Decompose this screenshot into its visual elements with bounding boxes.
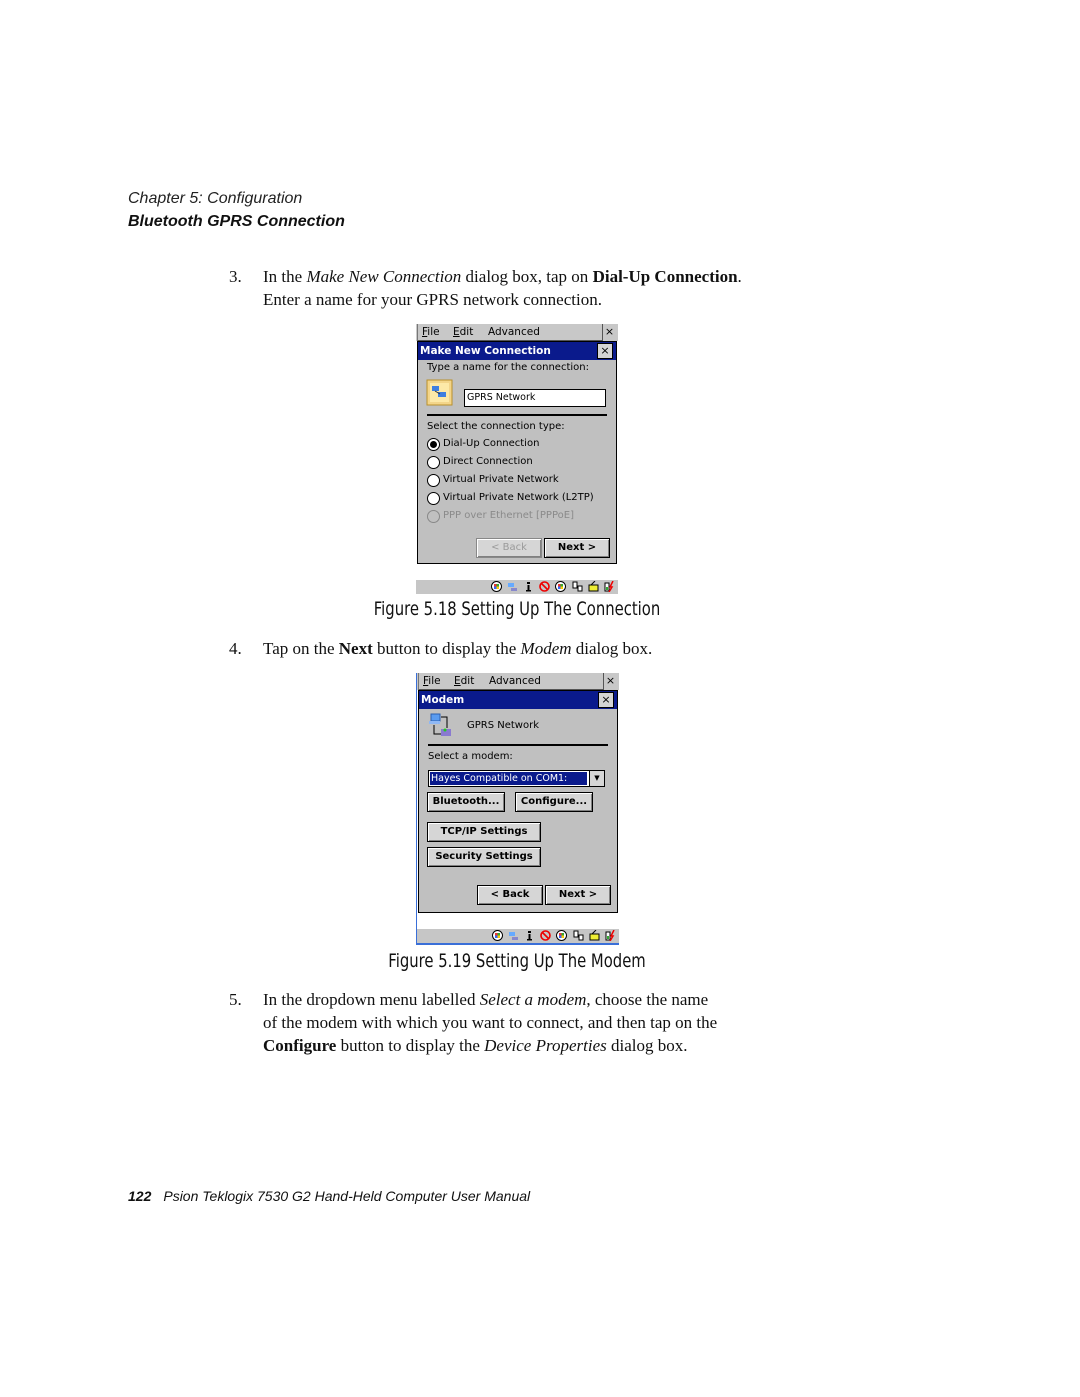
step-number: 5. (229, 990, 242, 1009)
no-signal-icon[interactable] (539, 580, 551, 592)
dialog-close-button[interactable]: × (597, 343, 613, 359)
close-icon[interactable]: × (602, 324, 617, 340)
step-text: In the Make New Connection dialog box, t… (263, 267, 742, 309)
dialog-close-button[interactable]: × (598, 692, 614, 708)
chapter-heading: Chapter 5: Configuration (128, 190, 303, 207)
system-tray (491, 929, 617, 943)
connection-icon[interactable] (573, 930, 584, 941)
connection-folder-icon (426, 379, 453, 406)
dialog-titlebar: Modem × (419, 691, 617, 709)
radio-icon[interactable] (588, 580, 599, 592)
system-tray (490, 580, 616, 594)
radio-button[interactable] (427, 438, 440, 451)
close-icon[interactable]: × (603, 673, 618, 689)
taskbar (416, 580, 618, 594)
divider (427, 414, 607, 416)
dialog-title: Make New Connection (420, 345, 551, 357)
section-heading: Bluetooth GPRS Connection (128, 213, 345, 230)
radio-button[interactable] (427, 456, 440, 469)
taskbar (417, 929, 619, 945)
chevron-down-icon[interactable]: ▼ (589, 771, 604, 786)
menu-bar: File Edit Advanced × (417, 673, 619, 690)
manual-title: Psion Teklogix 7530 G2 Hand-Held Compute… (163, 1188, 531, 1204)
battery-charging-icon[interactable] (605, 929, 616, 941)
network-icon[interactable] (508, 930, 519, 941)
dialog-modem: Modem × GPRS Network Select a modem: Hay… (418, 690, 618, 913)
next-button[interactable]: Next > (544, 538, 610, 558)
menu-advanced[interactable]: Advanced (489, 675, 541, 687)
screenshot-modem: File Edit Advanced × Modem × GPRS Networ… (416, 673, 619, 945)
dialog-title: Modem (421, 694, 465, 706)
configure-button[interactable]: Configure... (515, 792, 593, 812)
step-number: 4. (229, 639, 242, 658)
menu-edit[interactable]: Edit (454, 675, 474, 687)
step-4: 4. Tap on the Next button to display the… (229, 637, 829, 660)
dialog-titlebar: Make New Connection × (418, 342, 616, 360)
step-text: Tap on the Next button to display the Mo… (263, 639, 653, 658)
network-connection-icon (429, 713, 451, 736)
windows-logo-icon[interactable] (556, 929, 568, 941)
page-footer: 122 Psion Teklogix 7530 G2 Hand-Held Comp… (128, 1188, 530, 1204)
dialog-make-new-connection: Make New Connection × Type a name for th… (417, 341, 617, 564)
figure-caption-5-19: Figure 5.19 Setting Up The Modem (388, 950, 646, 972)
connection-name: GPRS Network (467, 720, 540, 731)
modem-label: Select a modem: (428, 751, 513, 762)
radio-button (427, 510, 440, 523)
security-settings-button[interactable]: Security Settings (427, 847, 541, 867)
menu-advanced[interactable]: Advanced (488, 326, 540, 338)
no-signal-icon[interactable] (540, 929, 552, 941)
windows-logo-icon[interactable] (490, 580, 502, 592)
connection-icon[interactable] (572, 581, 583, 592)
menu-edit[interactable]: Edit (453, 326, 473, 338)
info-icon[interactable] (523, 581, 534, 592)
battery-charging-icon[interactable] (604, 580, 615, 592)
windows-logo-icon[interactable] (555, 580, 567, 592)
menu-file[interactable]: File (422, 326, 440, 338)
windows-logo-icon[interactable] (491, 929, 503, 941)
radio-button[interactable] (427, 474, 440, 487)
step-text: In the dropdown menu labelled Select a m… (263, 990, 718, 1055)
tcpip-settings-button[interactable]: TCP/IP Settings (427, 822, 541, 842)
connection-name-input[interactable]: GPRS Network (464, 389, 606, 407)
step-5: 5. In the dropdown menu labelled Select … (229, 988, 829, 1058)
info-icon[interactable] (524, 930, 535, 941)
connection-type-label: Select the connection type: (427, 421, 565, 432)
next-button[interactable]: Next > (545, 885, 611, 905)
divider (428, 744, 608, 746)
name-label: Type a name for the connection: (427, 362, 589, 373)
bluetooth-button[interactable]: Bluetooth... (427, 792, 505, 812)
step-number: 3. (229, 267, 242, 286)
menu-file[interactable]: File (423, 675, 441, 687)
page-number: 122 (128, 1188, 152, 1204)
radio-icon[interactable] (589, 929, 600, 941)
radio-button[interactable] (427, 492, 440, 505)
back-button: < Back (476, 538, 542, 558)
modem-dropdown-value: Hayes Compatible on COM1: (430, 772, 587, 785)
network-icon[interactable] (507, 581, 518, 592)
modem-dropdown[interactable]: Hayes Compatible on COM1: ▼ (428, 770, 605, 787)
screenshot-make-new-connection: File Edit Advanced × Make New Connection… (416, 324, 618, 594)
back-button[interactable]: < Back (477, 885, 543, 905)
step-3: 3. In the Make New Connection dialog box… (229, 265, 829, 311)
figure-caption-5-18: Figure 5.18 Setting Up The Connection (373, 598, 661, 620)
menu-bar: File Edit Advanced × (416, 324, 618, 341)
